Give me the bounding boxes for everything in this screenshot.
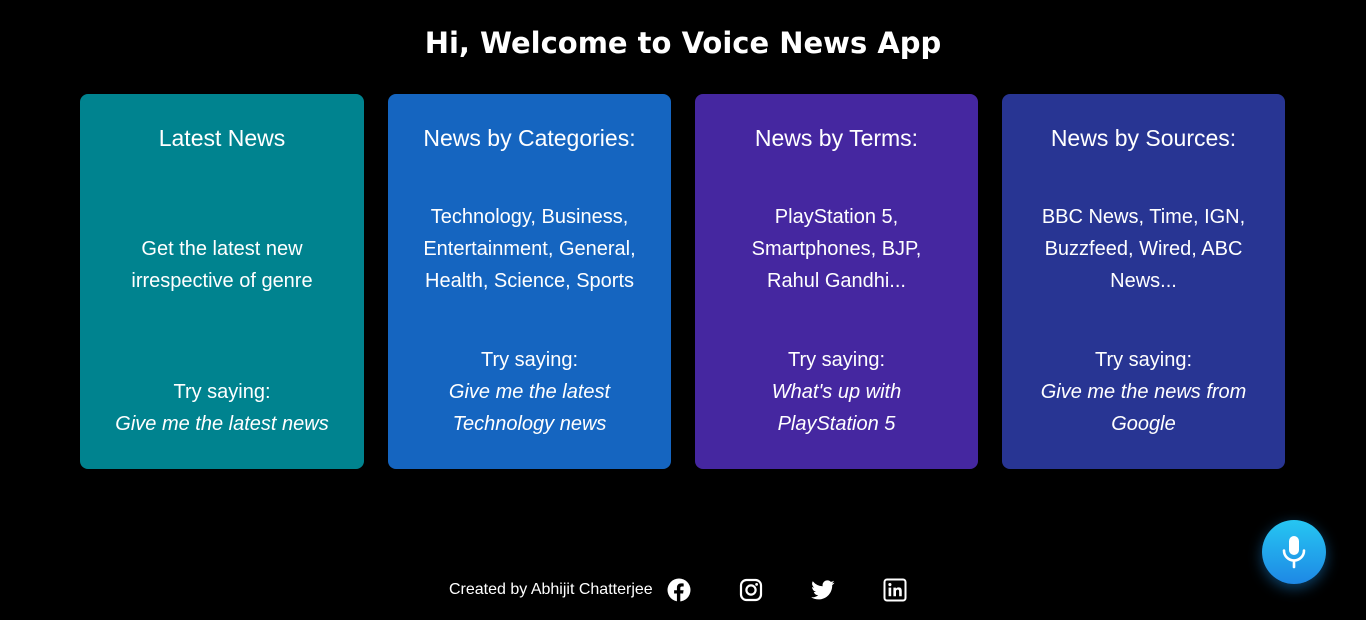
card-description-line: irrespective of genre (131, 270, 313, 292)
card-try-saying: Try saying: What's up with PlayStation 5 (709, 344, 964, 440)
footer: Created by Abhijit Chatterjee (449, 574, 955, 606)
linkedin-icon[interactable] (883, 578, 907, 602)
card-description: Technology, Business, Entertainment, Gen… (408, 201, 651, 297)
card-description-line: Smartphones, BJP, (751, 238, 922, 260)
card-news-by-sources: News by Sources: BBC News, Time, IGN, Bu… (1002, 94, 1285, 469)
voice-news-app: Hi, Welcome to Voice News App Latest New… (0, 0, 1366, 620)
card-try-saying: Try saying: Give me the latest Technolog… (402, 344, 657, 440)
try-saying-label: Try saying: (787, 349, 886, 371)
card-news-by-categories: News by Categories: Technology, Business… (388, 94, 671, 469)
card-description-line: Technology, Business, (430, 206, 629, 228)
card-description-line: News... (1110, 270, 1177, 292)
card-description-line: Rahul Gandhi... (767, 270, 906, 292)
author-credit: Created by Abhijit Chatterjee (449, 581, 653, 598)
card-description: PlayStation 5, Smartphones, BJP, Rahul G… (715, 201, 958, 297)
card-description-line: Health, Science, Sports (425, 270, 634, 292)
try-saying-label: Try saying: (173, 381, 271, 403)
example-phrase: Give me the latest (448, 381, 611, 403)
card-title: Latest News (158, 125, 286, 151)
info-cards: Latest News Get the latest new irrespect… (80, 94, 1285, 469)
card-try-saying: Try saying: Give me the news from Google (1016, 344, 1271, 440)
card-description-line: PlayStation 5, (774, 206, 899, 228)
card-description-line: Get the latest new (141, 238, 303, 260)
card-title: News by Sources: (1050, 125, 1237, 151)
example-phrase: Technology news (452, 413, 607, 435)
card-description-line: Buzzfeed, Wired, ABC (1044, 238, 1243, 260)
card-latest-news: Latest News Get the latest new irrespect… (80, 94, 364, 469)
example-phrase: PlayStation 5 (777, 413, 896, 435)
facebook-icon[interactable] (667, 578, 691, 602)
card-title: News by Terms: (754, 125, 919, 151)
card-try-saying: Try saying: Give me the latest news (94, 376, 350, 440)
try-saying-label: Try saying: (1094, 349, 1193, 371)
microphone-icon (1282, 536, 1306, 569)
twitter-icon[interactable] (810, 578, 835, 602)
example-phrase: Give me the latest news (115, 413, 329, 435)
instagram-icon[interactable] (739, 578, 763, 602)
card-news-by-terms: News by Terms: PlayStation 5, Smartphone… (695, 94, 978, 469)
try-saying-label: Try saying: (480, 349, 579, 371)
example-phrase: Give me the news from (1040, 381, 1247, 403)
page-title: Hi, Welcome to Voice News App (424, 26, 942, 60)
card-title: News by Categories: (423, 125, 636, 151)
card-description: Get the latest new irrespective of genre (100, 233, 344, 297)
card-description-line: BBC News, Time, IGN, (1041, 206, 1246, 228)
card-description: BBC News, Time, IGN, Buzzfeed, Wired, AB… (1022, 201, 1265, 297)
example-phrase: Google (1111, 413, 1176, 435)
voice-assistant-button[interactable] (1262, 520, 1326, 584)
example-phrase: What's up with (771, 381, 902, 403)
card-description-line: Entertainment, General, (423, 238, 636, 260)
